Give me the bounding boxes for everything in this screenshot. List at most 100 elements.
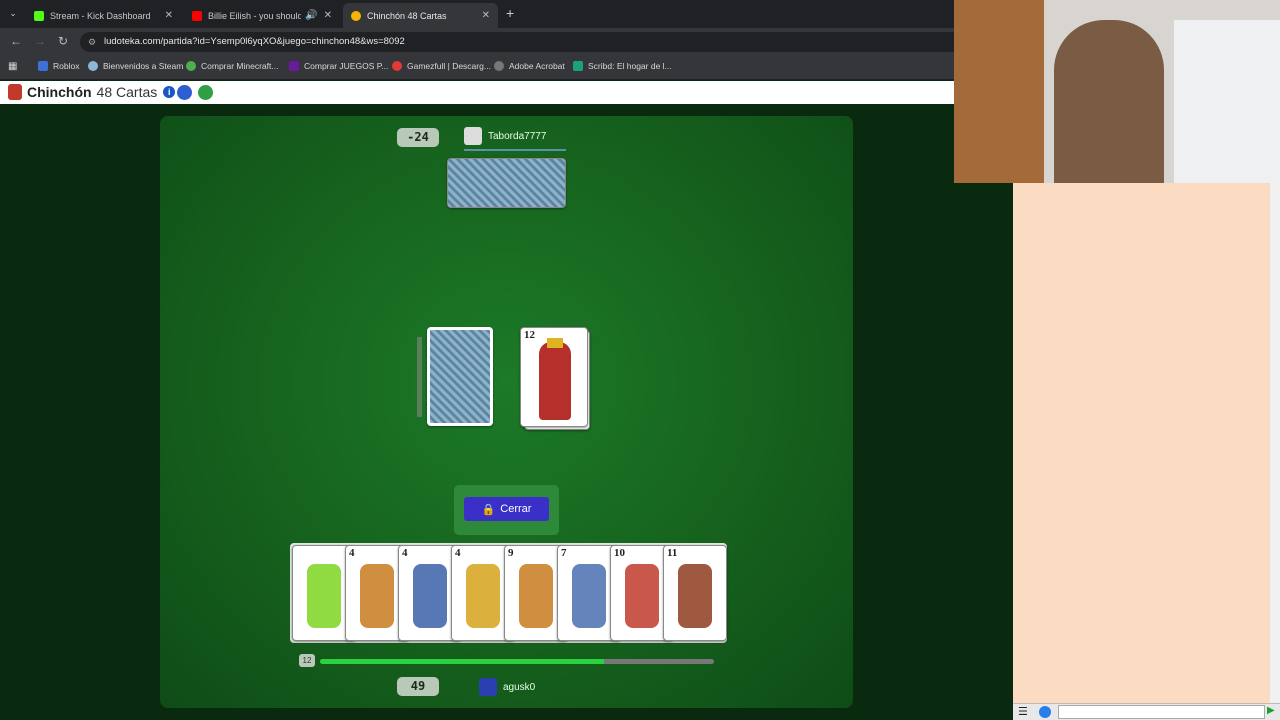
player-hand: 4 4 4 9 7 10 11 — [290, 543, 727, 643]
game-title-main: Chinchón — [27, 84, 92, 100]
bookmark-juegos[interactable]: Comprar JUEGOS P... — [289, 61, 388, 71]
back-icon[interactable]: ← — [10, 34, 22, 48]
turn-timer — [320, 659, 714, 664]
caballo-icon — [678, 564, 712, 628]
hand-card-number: 4 — [402, 547, 408, 559]
bookmark-roblox[interactable]: Roblox — [38, 61, 79, 71]
opponent-player[interactable]: Taborda7777 — [464, 127, 546, 145]
speaker-icon[interactable]: 🔊 — [305, 10, 317, 21]
streamer-silhouette — [1054, 20, 1164, 183]
tab-search-icon[interactable]: ⌄ — [6, 6, 20, 20]
hand-card-number: 9 — [508, 547, 514, 559]
opponent-score: -24 — [397, 128, 439, 147]
ludoteka-icon — [351, 10, 361, 21]
sota-icon — [625, 564, 659, 628]
youtube-icon — [192, 10, 202, 21]
cerrar-button[interactable]: 🔒 Cerrar — [464, 497, 549, 521]
draw-pile[interactable] — [427, 327, 493, 426]
chat-bar: ☰ ▶ — [1013, 703, 1280, 720]
discard-pile[interactable]: 12 — [520, 327, 588, 427]
side-panel — [1013, 183, 1270, 703]
side-scrollbar[interactable] — [1270, 183, 1280, 703]
kick-icon — [34, 10, 44, 21]
info-icon[interactable]: i — [163, 86, 176, 98]
close-icon[interactable]: ✕ — [324, 10, 332, 21]
apps-icon[interactable]: ▦ — [8, 61, 17, 72]
new-tab-button[interactable]: + — [506, 5, 514, 21]
steam-icon — [88, 61, 98, 71]
bookmark-gamezfull[interactable]: Gamezfull | Descarg... — [392, 61, 491, 71]
hand-card[interactable]: 11 — [663, 545, 727, 641]
espadas-icon — [572, 564, 606, 628]
tab-kick[interactable]: Stream - Kick Dashboard ✕ — [26, 3, 181, 28]
tab-title: Chinchón 48 Cartas — [367, 10, 447, 21]
bookmark-acrobat[interactable]: Adobe Acrobat — [494, 61, 565, 71]
joker-icon — [307, 564, 341, 628]
lock-icon: 🔒 — [481, 503, 496, 516]
game-title-sub: 48 Cartas — [96, 84, 158, 100]
ludoteka-logo-icon — [8, 84, 22, 100]
player-name: agusk0 — [503, 681, 536, 693]
opponent-hidden-cards — [447, 158, 566, 208]
tab-chinchon[interactable]: Chinchón 48 Cartas ✕ — [343, 3, 498, 28]
minecraft-icon — [186, 61, 196, 71]
roblox-icon — [38, 61, 48, 71]
turn-badge: 12 — [299, 654, 315, 667]
tab-title: Billie Eilish - you should see me in a c… — [208, 10, 302, 21]
bookmark-minecraft[interactable]: Comprar Minecraft... — [186, 61, 278, 71]
url-field[interactable]: ⚙ ludoteka.com/partida?id=Ysemp0l6yqXO&j… — [80, 32, 955, 52]
bookmark-scribd[interactable]: Scribd: El hogar de l... — [573, 61, 672, 71]
discard-card-number: 12 — [524, 329, 535, 341]
webcam-overlay — [954, 0, 1280, 183]
bookmark-label: Adobe Acrobat — [509, 61, 565, 71]
bookmarks-bar: ▦ Roblox Bienvenidos a Steam Comprar Min… — [0, 56, 955, 80]
chat-input[interactable] — [1058, 705, 1265, 719]
curtain-shape — [1174, 20, 1280, 183]
scribd-icon — [573, 61, 583, 71]
turn-timer-fill — [320, 659, 604, 664]
bookmark-steam[interactable]: Bienvenidos a Steam — [88, 61, 183, 71]
bookmark-label: Gamezfull | Descarg... — [407, 61, 491, 71]
self-player[interactable]: agusk0 — [479, 678, 535, 696]
player-score: 49 — [397, 677, 439, 696]
send-icon[interactable]: ▶ — [1267, 705, 1275, 716]
hand-card-number: 4 — [455, 547, 461, 559]
opponent-turn-indicator — [464, 149, 566, 151]
close-area: 🔒 Cerrar — [454, 485, 559, 535]
menu-icon[interactable]: ☰ — [1018, 705, 1028, 718]
hand-card-number: 10 — [614, 547, 625, 559]
tab-youtube[interactable]: Billie Eilish - you should see me in a c… — [184, 3, 340, 28]
opponent-avatar — [464, 127, 482, 145]
reload-icon[interactable]: ↻ — [58, 34, 68, 48]
stats-icon[interactable] — [177, 85, 192, 100]
gamezfull-icon — [392, 61, 402, 71]
juegos-icon — [289, 61, 299, 71]
bookmark-label: Bienvenidos a Steam — [103, 61, 184, 71]
address-bar-row: ← → ↻ ⚙ ludoteka.com/partida?id=Ysemp0l6… — [0, 28, 955, 56]
player-avatar — [479, 678, 497, 696]
tab-title: Stream - Kick Dashboard — [50, 10, 151, 21]
players-icon[interactable] — [198, 85, 213, 100]
cerrar-label: Cerrar — [500, 503, 532, 515]
emoji-icon[interactable] — [1039, 706, 1051, 718]
opponent-name: Taborda7777 — [488, 130, 547, 142]
tab-strip: ⌄ Stream - Kick Dashboard ✕ Billie Eilis… — [0, 0, 955, 28]
crown-icon — [547, 338, 563, 348]
site-info-icon[interactable]: ⚙ — [88, 32, 96, 52]
game-title: Chinchón 48 Cartas i — [8, 84, 176, 100]
forward-icon[interactable]: → — [34, 34, 46, 48]
close-icon[interactable]: ✕ — [165, 10, 173, 21]
close-icon[interactable]: ✕ — [482, 10, 490, 21]
hand-card-number: 11 — [667, 547, 678, 559]
hand-card-number: 7 — [561, 547, 567, 559]
caballo-icon — [413, 564, 447, 628]
bookmark-label: Roblox — [53, 61, 80, 71]
deck-edge — [417, 337, 422, 417]
bastos-icon — [360, 564, 394, 628]
bookmark-label: Scribd: El hogar de l... — [588, 61, 672, 71]
bookmark-label: Comprar Minecraft... — [201, 61, 279, 71]
king-figure — [539, 342, 571, 420]
site-header: Chinchón 48 Cartas i — [0, 81, 955, 104]
bookmark-label: Comprar JUEGOS P... — [304, 61, 389, 71]
url-text: ludoteka.com/partida?id=Ysemp0l6yqXO&jue… — [104, 36, 405, 47]
